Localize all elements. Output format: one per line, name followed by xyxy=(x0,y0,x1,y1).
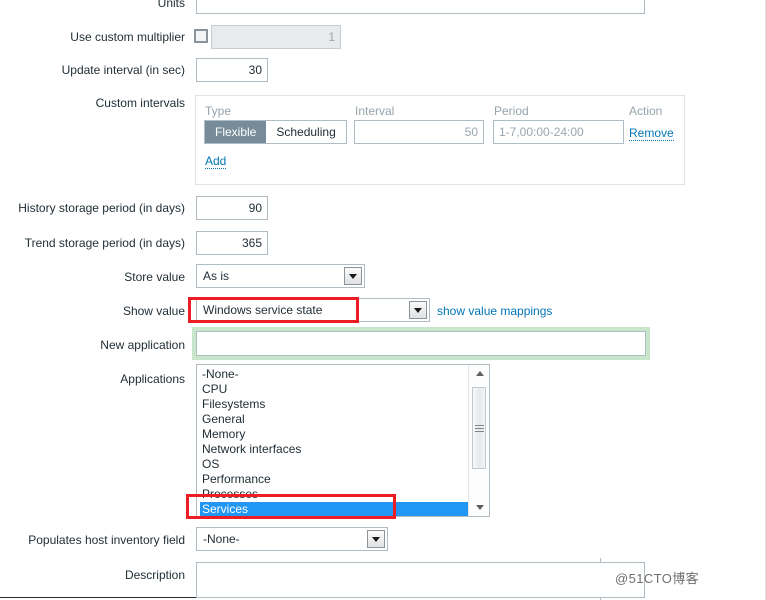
trend-storage-period-input[interactable]: 365 xyxy=(196,231,268,255)
custom-multiplier-input: 1 xyxy=(211,25,341,49)
host-inventory-select[interactable]: -None- xyxy=(196,527,388,551)
update-interval-input[interactable]: 30 xyxy=(196,58,268,82)
interval-type-toggle: Flexible Scheduling xyxy=(204,120,347,144)
show-value-select[interactable]: Windows service state xyxy=(196,298,430,322)
applications-label: Applications xyxy=(120,372,185,386)
list-item[interactable]: Processes xyxy=(200,487,467,502)
use-custom-multiplier-label: Use custom multiplier xyxy=(70,30,185,44)
scrollbar-thumb[interactable] xyxy=(472,387,486,469)
list-item[interactable]: Memory xyxy=(200,427,467,442)
list-item[interactable]: -None- xyxy=(200,367,467,382)
store-value-selected-text: As is xyxy=(203,269,230,283)
show-value-label: Show value xyxy=(122,304,185,318)
chevron-down-icon[interactable] xyxy=(344,267,362,285)
grip-icon xyxy=(474,423,484,434)
trend-storage-period-label: Trend storage period (in days) xyxy=(24,236,185,250)
units-input[interactable] xyxy=(196,0,645,14)
interval-type-scheduling-button[interactable]: Scheduling xyxy=(266,121,346,143)
history-storage-period-input[interactable]: 90 xyxy=(196,196,268,220)
update-interval-label: Update interval (in sec) xyxy=(61,63,185,77)
show-value-mappings-link[interactable]: show value mappings xyxy=(437,304,552,318)
host-inventory-selected-text: -None- xyxy=(203,532,240,546)
list-item[interactable]: Network interfaces xyxy=(200,442,467,457)
host-inventory-label: Populates host inventory field xyxy=(28,533,185,547)
use-custom-multiplier-checkbox[interactable] xyxy=(194,29,208,43)
list-item[interactable]: Filesystems xyxy=(200,397,467,412)
list-item[interactable]: CPU xyxy=(200,382,467,397)
list-item[interactable]: General xyxy=(200,412,467,427)
new-application-field-wrapper xyxy=(192,327,650,360)
chevron-down-icon[interactable] xyxy=(367,530,385,548)
scroll-down-icon[interactable] xyxy=(469,499,489,516)
zabbix-item-form-page: Units Use custom multiplier 1 Update int… xyxy=(0,0,766,600)
custom-intervals-col-period: Period xyxy=(494,104,529,118)
interval-value-input[interactable]: 50 xyxy=(354,120,484,144)
add-interval-link[interactable]: Add xyxy=(205,154,227,169)
custom-intervals-label: Custom intervals xyxy=(95,96,185,110)
remove-interval-link[interactable]: Remove xyxy=(629,126,674,141)
watermark: @51CTO博客 xyxy=(615,571,700,586)
custom-intervals-box: Type Interval Period Action Flexible Sch… xyxy=(195,95,685,185)
chevron-down-icon[interactable] xyxy=(409,301,427,319)
history-storage-period-label: History storage period (in days) xyxy=(18,201,185,215)
store-value-label: Store value xyxy=(124,270,185,284)
new-application-input[interactable] xyxy=(196,331,646,356)
list-item[interactable]: Performance xyxy=(200,472,467,487)
list-item-selected[interactable]: Services xyxy=(200,502,470,516)
description-textarea[interactable] xyxy=(196,562,645,598)
new-application-label: New application xyxy=(100,338,185,352)
custom-intervals-col-interval: Interval xyxy=(355,104,395,118)
applications-listbox[interactable]: -None- CPU Filesystems General Memory Ne… xyxy=(196,364,490,517)
scroll-up-icon[interactable] xyxy=(469,365,489,382)
applications-options: -None- CPU Filesystems General Memory Ne… xyxy=(197,365,470,516)
show-value-selected-text: Windows service state xyxy=(203,303,323,317)
custom-intervals-col-type: Type xyxy=(205,104,232,118)
list-item[interactable]: OS xyxy=(200,457,467,472)
units-label: Units xyxy=(157,0,185,10)
custom-intervals-col-action: Action xyxy=(629,104,663,118)
period-value-input[interactable]: 1-7,00:00-24:00 xyxy=(493,120,624,144)
applications-scrollbar[interactable] xyxy=(468,365,489,516)
store-value-select[interactable]: As is xyxy=(196,264,365,288)
interval-type-flexible-button[interactable]: Flexible xyxy=(205,121,267,143)
description-label: Description xyxy=(124,568,185,582)
